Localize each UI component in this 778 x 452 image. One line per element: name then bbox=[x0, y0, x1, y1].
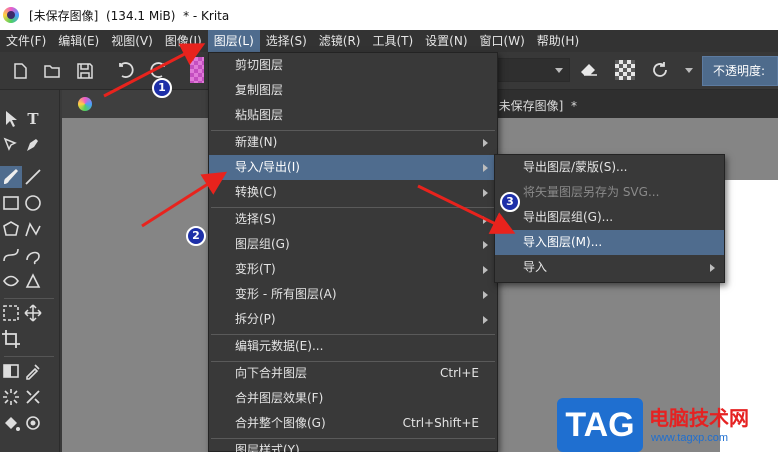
menu-item-select[interactable]: 选择(S) bbox=[209, 207, 497, 232]
menu-edit[interactable]: 编辑(E) bbox=[52, 30, 105, 52]
gradient-tool-icon[interactable] bbox=[0, 360, 22, 382]
chevron-right-icon bbox=[483, 266, 488, 274]
polygon-tool-icon[interactable] bbox=[0, 218, 22, 240]
opacity-label: 不透明度: bbox=[713, 64, 766, 78]
text-tool-icon[interactable]: T bbox=[22, 108, 44, 130]
menu-item-save-vector-layer-svg: 将矢量图层另存为 SVG... bbox=[523, 185, 660, 199]
watermark-site-name: 电脑技术网 bbox=[649, 406, 749, 430]
color-picker-icon[interactable] bbox=[22, 360, 44, 382]
select-shapes-tool-icon[interactable] bbox=[0, 108, 22, 130]
freehand-brush-tool-icon[interactable] bbox=[0, 166, 22, 188]
menu-view[interactable]: 视图(V) bbox=[105, 30, 159, 52]
chevron-right-icon bbox=[483, 316, 488, 324]
enclose-fill-tool-icon[interactable] bbox=[22, 412, 44, 434]
shortcut-label: Ctrl+E bbox=[440, 366, 479, 380]
menu-item-convert[interactable]: 转换(C) bbox=[209, 180, 497, 205]
menu-item-paste-layer[interactable]: 粘贴图层 bbox=[209, 103, 497, 128]
krita-logo-icon bbox=[3, 7, 19, 23]
menu-item-new[interactable]: 新建(N) bbox=[209, 130, 497, 155]
toolbox-divider bbox=[4, 356, 54, 357]
krita-logo-icon bbox=[78, 97, 92, 111]
chevron-down-icon[interactable] bbox=[685, 68, 693, 73]
opacity-slider[interactable]: 不透明度: bbox=[702, 56, 778, 86]
chevron-right-icon bbox=[483, 139, 488, 147]
menu-help[interactable]: 帮助(H) bbox=[531, 30, 585, 52]
menu-item-cut-layer[interactable]: 剪切图层 bbox=[209, 53, 497, 78]
menu-layer[interactable]: 图层(L) bbox=[207, 30, 260, 52]
step-badge-3: 3 bbox=[500, 192, 520, 212]
new-document-icon[interactable] bbox=[10, 61, 30, 81]
chevron-right-icon bbox=[483, 241, 488, 249]
calligraphy-tool-icon[interactable] bbox=[22, 134, 44, 156]
polyline-tool-icon[interactable] bbox=[22, 218, 44, 240]
bezier-curve-tool-icon[interactable] bbox=[0, 244, 22, 266]
chevron-right-icon bbox=[483, 216, 488, 224]
assistant-tool-icon[interactable] bbox=[22, 386, 44, 408]
dynamic-brush-tool-icon[interactable] bbox=[0, 270, 22, 292]
menu-bar: 文件(F) 编辑(E) 视图(V) 图像(I) 图层(L) 选择(S) 滤镜(R… bbox=[0, 30, 778, 52]
crop-selection-tool-icon[interactable] bbox=[0, 302, 22, 324]
menu-item-group[interactable]: 图层组(G) bbox=[209, 232, 497, 257]
document-tab-title[interactable]: [未保存图像] * bbox=[494, 97, 577, 114]
move-tool-icon[interactable] bbox=[22, 302, 44, 324]
open-folder-icon[interactable] bbox=[42, 61, 62, 81]
menu-item-transform[interactable]: 变形(T) bbox=[209, 257, 497, 282]
multibrush-tool-icon[interactable] bbox=[22, 270, 44, 292]
ellipse-tool-icon[interactable] bbox=[22, 192, 44, 214]
step-badge-2: 2 bbox=[186, 226, 206, 246]
document-tab[interactable] bbox=[62, 90, 212, 118]
freehand-path-tool-icon[interactable] bbox=[22, 244, 44, 266]
menu-settings[interactable]: 设置(N) bbox=[419, 30, 473, 52]
menu-item-merge-layer-effects[interactable]: 合并图层效果(F) bbox=[209, 386, 497, 411]
crop-tool-icon[interactable] bbox=[0, 328, 22, 350]
menu-file[interactable]: 文件(F) bbox=[0, 30, 52, 52]
menu-item-merge-down[interactable]: 向下合并图层 Ctrl+E bbox=[209, 361, 497, 386]
smart-patch-tool-icon[interactable] bbox=[0, 386, 22, 408]
layer-menu-dropdown: 剪切图层 复制图层 粘贴图层 新建(N) 导入/导出(I) 转换(C) 选择(S… bbox=[208, 52, 498, 452]
save-icon[interactable] bbox=[75, 61, 95, 81]
watermark: TAG 电脑技术网 www.tagxp.com bbox=[557, 398, 778, 452]
menu-item-export-layer-group[interactable]: 导出图层组(G)... bbox=[495, 205, 724, 230]
rectangle-tool-icon[interactable] bbox=[0, 192, 22, 214]
menu-window[interactable]: 窗口(W) bbox=[474, 30, 531, 52]
undo-icon[interactable] bbox=[116, 61, 136, 81]
title-bar: [未保存图像] (134.1 MiB) * - Krita bbox=[0, 0, 778, 30]
fill-tool-icon[interactable] bbox=[0, 412, 22, 434]
chevron-right-icon bbox=[483, 164, 488, 172]
menu-item-transform-all-layers[interactable]: 变形 - 所有图层(A) bbox=[209, 282, 497, 307]
reload-preset-icon[interactable] bbox=[650, 60, 670, 80]
shortcut-label: Ctrl+Shift+E bbox=[402, 416, 479, 430]
pattern-swatch[interactable] bbox=[190, 57, 204, 83]
menu-image[interactable]: 图像(I) bbox=[159, 30, 208, 52]
watermark-url: www.tagxp.com bbox=[651, 432, 729, 444]
blending-mode-select[interactable] bbox=[494, 58, 570, 82]
import-export-submenu: 导出图层/蒙版(S)... 将矢量图层另存为 SVG... 导出图层组(G)..… bbox=[494, 154, 725, 283]
menu-item-import[interactable]: 导入 bbox=[495, 255, 724, 280]
chevron-right-icon bbox=[483, 189, 488, 197]
chevron-down-icon bbox=[555, 68, 563, 73]
chevron-right-icon bbox=[483, 291, 488, 299]
eraser-icon[interactable] bbox=[579, 61, 599, 77]
edit-shapes-tool-icon[interactable] bbox=[0, 134, 22, 156]
menu-item-layer-style[interactable]: 图层样式(Y)... bbox=[209, 438, 497, 452]
step-badge-1: 1 bbox=[152, 78, 172, 98]
menu-item-split[interactable]: 拆分(P) bbox=[209, 307, 497, 332]
menu-filter[interactable]: 滤镜(R) bbox=[313, 30, 367, 52]
watermark-tag-logo: TAG bbox=[557, 398, 643, 452]
menu-item-import-layer[interactable]: 导入图层(M)... bbox=[495, 230, 724, 255]
menu-item-import-export[interactable]: 导入/导出(I) bbox=[209, 155, 497, 180]
chevron-right-icon bbox=[710, 264, 715, 272]
menu-item-export-layer-mask[interactable]: 导出图层/蒙版(S)... bbox=[495, 155, 724, 180]
toolbox: T bbox=[0, 90, 60, 452]
menu-select[interactable]: 选择(S) bbox=[260, 30, 313, 52]
menu-item-copy-layer[interactable]: 复制图层 bbox=[209, 78, 497, 103]
alpha-lock-icon[interactable] bbox=[615, 60, 635, 80]
toolbox-divider bbox=[4, 298, 54, 299]
window-title: [未保存图像] (134.1 MiB) * - Krita bbox=[29, 8, 230, 23]
menu-item-flatten-image[interactable]: 合并整个图像(G) Ctrl+Shift+E bbox=[209, 411, 497, 436]
menu-tools[interactable]: 工具(T) bbox=[366, 30, 419, 52]
menu-item-edit-metadata[interactable]: 编辑元数据(E)... bbox=[209, 334, 497, 359]
line-tool-icon[interactable] bbox=[22, 166, 44, 188]
